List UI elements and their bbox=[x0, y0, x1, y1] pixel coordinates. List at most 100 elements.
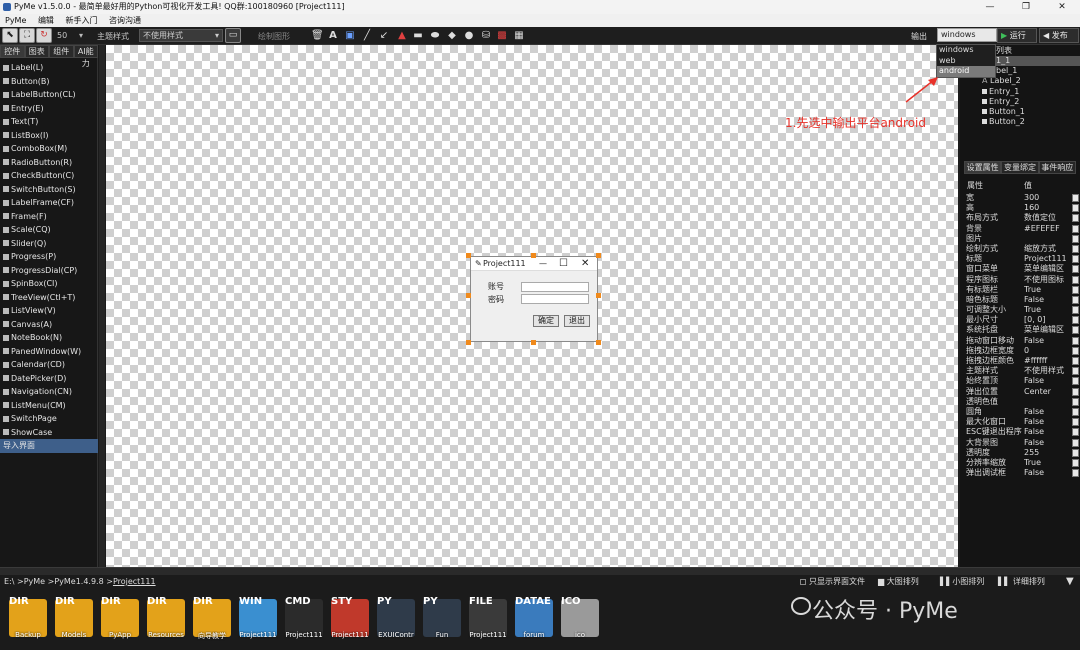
file-item[interactable]: DIR 向导教学 bbox=[188, 595, 234, 649]
property-row[interactable]: 大背景图 False bbox=[966, 438, 1080, 448]
tab-variable-binding[interactable]: 变量绑定 bbox=[1001, 161, 1039, 174]
property-row[interactable]: 背景 #EFEFEF bbox=[966, 224, 1080, 234]
property-value[interactable]: False bbox=[1024, 336, 1072, 346]
edit-icon[interactable] bbox=[1072, 469, 1079, 478]
component-item[interactable]: Frame(F) bbox=[0, 210, 98, 224]
edit-icon[interactable] bbox=[1072, 265, 1079, 274]
component-item[interactable]: ProgressDial(CP) bbox=[0, 264, 98, 278]
edit-icon[interactable] bbox=[1072, 234, 1079, 243]
component-item[interactable]: Text(T) bbox=[0, 115, 98, 129]
property-value[interactable]: #ffffff bbox=[1024, 356, 1072, 366]
edit-icon[interactable] bbox=[1072, 326, 1079, 335]
property-row[interactable]: 布局方式 数值定位 bbox=[966, 213, 1080, 223]
property-row[interactable]: 透明色值 bbox=[966, 397, 1080, 407]
file-item[interactable]: DIR PyApp bbox=[96, 595, 142, 649]
tab-charts[interactable]: 图表 bbox=[24, 45, 49, 58]
resize-handle-se[interactable] bbox=[596, 340, 601, 345]
property-value[interactable]: 不使用样式 bbox=[1024, 366, 1072, 376]
component-item[interactable]: Entry(E) bbox=[0, 102, 98, 116]
property-value[interactable]: True bbox=[1024, 305, 1072, 315]
component-item[interactable]: CheckButton(C) bbox=[0, 169, 98, 183]
property-value[interactable]: 数值定位 bbox=[1024, 213, 1072, 223]
cylinder-tool-icon[interactable]: ⛁ bbox=[480, 30, 492, 42]
component-item[interactable]: Calendar(CD) bbox=[0, 358, 98, 372]
property-value[interactable]: 缩放方式 bbox=[1024, 244, 1072, 254]
only-ui-files-checkbox[interactable]: 只显示界面文件 bbox=[800, 575, 865, 589]
tab-set-properties[interactable]: 设置属性 bbox=[964, 161, 1002, 174]
edit-icon[interactable] bbox=[1072, 397, 1079, 406]
component-item[interactable]: Label(L) bbox=[0, 61, 98, 75]
resize-handle-sw[interactable] bbox=[466, 340, 471, 345]
property-row[interactable]: 绘制方式 缩放方式 bbox=[966, 244, 1080, 254]
component-item[interactable]: SpinBox(CI) bbox=[0, 277, 98, 291]
edit-icon[interactable] bbox=[1072, 458, 1079, 467]
property-row[interactable]: 圆角 False bbox=[966, 407, 1080, 417]
edit-icon[interactable] bbox=[1072, 357, 1079, 365]
edit-icon[interactable] bbox=[1072, 275, 1079, 284]
diamond-tool-icon[interactable]: ◆ bbox=[446, 30, 458, 42]
property-row[interactable]: ESC键退出程序 False bbox=[966, 427, 1080, 437]
resize-handle-nw[interactable] bbox=[466, 253, 471, 258]
file-item[interactable]: STY Project111 bbox=[326, 595, 372, 649]
component-item[interactable]: ListMenu(CM) bbox=[0, 399, 98, 413]
property-row[interactable]: 最小尺寸 [0, 0] bbox=[966, 315, 1080, 325]
platform-option-windows[interactable]: windows bbox=[937, 45, 995, 56]
tab-event-response[interactable]: 事件响应 bbox=[1038, 161, 1076, 174]
edit-icon[interactable] bbox=[1072, 418, 1079, 427]
property-row[interactable]: 拖拽边框宽度 0 bbox=[966, 346, 1080, 356]
edit-icon[interactable] bbox=[1072, 377, 1079, 386]
left-scrollbar[interactable] bbox=[99, 45, 105, 567]
minimize-button[interactable]: — bbox=[972, 0, 1008, 14]
edit-icon[interactable] bbox=[1072, 255, 1079, 264]
edit-icon[interactable] bbox=[1072, 407, 1079, 416]
resize-handle-ne[interactable] bbox=[596, 253, 601, 258]
trash-icon[interactable]: 🗑 bbox=[311, 30, 324, 42]
refresh-icon[interactable]: ↻ bbox=[36, 28, 52, 43]
component-item[interactable]: 导入界面 bbox=[0, 439, 98, 453]
ok-button[interactable]: 确定 bbox=[533, 315, 559, 327]
property-value[interactable]: False bbox=[1024, 438, 1072, 448]
password-entry[interactable] bbox=[521, 294, 589, 304]
menu-edit[interactable]: 编辑 bbox=[34, 14, 58, 27]
detail-view-button[interactable]: ▌▌ 详细排列 bbox=[998, 575, 1045, 589]
property-row[interactable]: 有标题栏 True bbox=[966, 285, 1080, 295]
select-tool-icon[interactable]: ⬉ bbox=[2, 28, 18, 43]
form-minimize-button[interactable]: — bbox=[539, 257, 547, 271]
tree-item[interactable]: Entry_2 bbox=[982, 97, 1080, 107]
edit-icon[interactable] bbox=[1072, 285, 1079, 294]
property-row[interactable]: 拖拽边框颜色 #ffffff bbox=[966, 356, 1080, 366]
property-row[interactable]: 拖动窗口移动 False bbox=[966, 336, 1080, 346]
exit-button[interactable]: 退出 bbox=[564, 315, 590, 327]
account-entry[interactable] bbox=[521, 282, 589, 292]
component-item[interactable]: SwitchPage bbox=[0, 412, 98, 426]
edit-icon[interactable] bbox=[1072, 387, 1079, 396]
tree-item[interactable]: 1_1 bbox=[982, 56, 1080, 67]
text-tool-icon[interactable]: A bbox=[327, 30, 339, 42]
component-item[interactable]: TreeView(Ctl+T) bbox=[0, 291, 98, 305]
component-item[interactable]: ComboBox(M) bbox=[0, 142, 98, 156]
edit-icon[interactable] bbox=[1072, 336, 1079, 345]
platform-select[interactable]: windows bbox=[937, 28, 997, 42]
font-size-value[interactable]: 50 bbox=[57, 31, 67, 40]
file-item[interactable]: PY EXUIContr bbox=[372, 595, 418, 649]
tree-item[interactable]: bel_1 bbox=[982, 66, 1080, 76]
property-row[interactable]: 最大化窗口 False bbox=[966, 417, 1080, 427]
component-item[interactable]: LabelButton(CL) bbox=[0, 88, 98, 102]
component-item[interactable]: SwitchButton(S) bbox=[0, 183, 98, 197]
edit-icon[interactable] bbox=[1072, 346, 1079, 355]
property-row[interactable]: 高 160 bbox=[966, 203, 1080, 213]
edit-icon[interactable] bbox=[1072, 306, 1079, 315]
file-item[interactable]: DATAE forum bbox=[510, 595, 556, 649]
tree-item[interactable]: A Label_2 bbox=[982, 76, 1080, 86]
property-value[interactable]: #EFEFEF bbox=[1024, 224, 1072, 234]
property-value[interactable]: Project111 bbox=[1024, 254, 1072, 264]
property-value[interactable]: False bbox=[1024, 427, 1072, 437]
property-value[interactable]: 300 bbox=[1024, 193, 1072, 203]
form-maximize-button[interactable]: ☐ bbox=[559, 257, 568, 271]
property-value[interactable]: [0, 0] bbox=[1024, 315, 1072, 325]
tree-item[interactable]: Button_1 bbox=[982, 107, 1080, 117]
close-button[interactable]: ✕ bbox=[1044, 0, 1080, 14]
file-item[interactable]: CMD Project111 bbox=[280, 595, 326, 649]
designed-form-window[interactable]: ✎ Project111 — ☐ ✕ 账号 密码 确定 退出 bbox=[470, 256, 598, 342]
property-row[interactable]: 系统托盘 菜单编辑区 bbox=[966, 325, 1080, 335]
